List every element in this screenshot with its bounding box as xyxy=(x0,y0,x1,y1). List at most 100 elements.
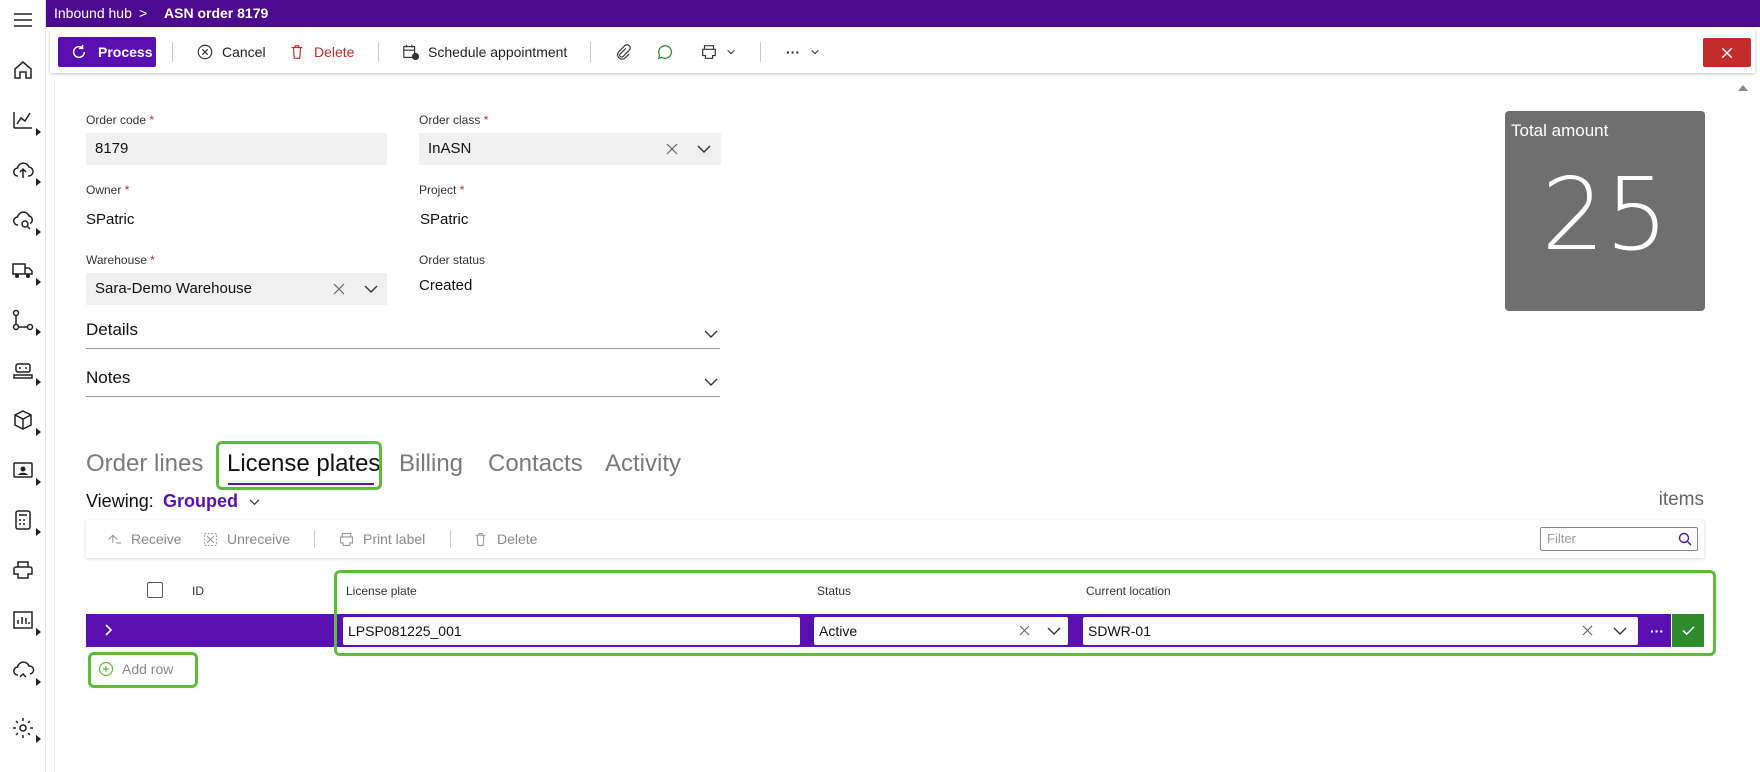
highlight-add-row xyxy=(88,652,198,688)
more-label: ··· xyxy=(786,43,800,60)
menu-icon[interactable] xyxy=(11,8,35,32)
chevron-down-icon[interactable] xyxy=(697,143,711,155)
unreceive-label: Unreceive xyxy=(227,531,291,547)
order-class-value: InASN xyxy=(428,140,472,157)
expand-arrow-icon xyxy=(36,328,41,336)
viewing-mode-dropdown[interactable]: Grouped xyxy=(163,491,260,512)
flow-icon[interactable] xyxy=(11,308,35,332)
order-class-select[interactable]: InASN xyxy=(419,133,721,165)
receive-label: Receive xyxy=(131,531,182,547)
highlight-license-plates-tab xyxy=(216,441,382,490)
breadcrumb-separator: > xyxy=(139,5,148,21)
details-section-title: Details xyxy=(86,320,138,339)
owner-value: SPatric xyxy=(86,211,135,228)
receive-button[interactable]: Receive xyxy=(106,520,182,558)
clear-icon[interactable] xyxy=(665,142,679,156)
grid-delete-label: Delete xyxy=(497,531,538,547)
chat-bubble-icon xyxy=(657,44,673,59)
tab-contacts[interactable]: Contacts xyxy=(488,450,583,478)
chevron-down-icon xyxy=(727,49,735,54)
analytics-icon[interactable] xyxy=(11,108,35,132)
expand-arrow-icon xyxy=(36,378,41,386)
clear-icon[interactable] xyxy=(332,282,346,296)
project-value: SPatric xyxy=(420,211,469,228)
schedule-label: Schedule appointment xyxy=(428,43,568,60)
more-actions-button[interactable]: ··· xyxy=(786,30,828,73)
viewing-label: Viewing: xyxy=(86,491,154,511)
expand-arrow-icon xyxy=(36,678,41,686)
toolbar-divider xyxy=(378,42,379,62)
chevron-down-icon xyxy=(811,49,819,54)
report-icon[interactable] xyxy=(11,608,35,632)
project-label: Project * xyxy=(419,183,465,197)
cloud-sync-icon[interactable] xyxy=(11,658,35,682)
expand-arrow-icon xyxy=(36,228,41,236)
notes-section-toggle[interactable]: Notes xyxy=(86,368,720,397)
close-button[interactable] xyxy=(1703,38,1751,67)
home-icon[interactable] xyxy=(11,58,35,82)
delete-button[interactable]: Delete xyxy=(288,30,354,73)
viewing-mode-value: Grouped xyxy=(163,491,238,511)
cloud-search-icon[interactable] xyxy=(11,208,35,232)
print-label-button[interactable]: Print label xyxy=(338,520,425,558)
tab-billing[interactable]: Billing xyxy=(399,450,463,478)
trash-icon xyxy=(475,532,486,546)
notes-section-title: Notes xyxy=(86,368,131,387)
column-header-id[interactable]: ID xyxy=(192,584,204,598)
left-nav-rail xyxy=(0,0,46,772)
grid-delete-button[interactable]: Delete xyxy=(472,520,537,558)
settings-icon[interactable] xyxy=(11,716,35,740)
refresh-icon xyxy=(72,44,86,59)
grid-toolbar-divider xyxy=(450,530,451,548)
total-amount-value: 25 xyxy=(1541,156,1669,273)
filter-placeholder: Filter xyxy=(1547,531,1576,546)
unreceive-button[interactable]: Unreceive xyxy=(202,520,290,558)
calculator-icon[interactable] xyxy=(11,508,35,532)
command-toolbar: Process Cancel Delete Schedule appointme… xyxy=(50,30,1755,73)
close-icon xyxy=(1721,47,1733,58)
delete-label: Delete xyxy=(314,43,355,60)
expand-arrow-icon xyxy=(36,128,41,136)
expand-arrow-icon xyxy=(36,278,41,286)
expand-arrow-icon xyxy=(36,735,41,743)
calendar-clock-icon xyxy=(403,44,420,60)
print-label-label: Print label xyxy=(363,531,426,547)
printer-icon[interactable] xyxy=(11,558,35,582)
chevron-right-icon[interactable] xyxy=(100,621,116,639)
cancel-label: Cancel xyxy=(222,43,266,60)
chevron-down-icon xyxy=(704,330,718,338)
attach-button[interactable] xyxy=(614,30,640,73)
expand-arrow-icon xyxy=(36,628,41,636)
filter-input[interactable]: Filter xyxy=(1540,527,1698,551)
breadcrumb-bar: Inbound hub > ASN order 8179 xyxy=(46,0,1760,27)
box-icon[interactable] xyxy=(11,408,35,432)
truck-icon[interactable] xyxy=(11,258,35,282)
tab-activity[interactable]: Activity xyxy=(605,450,681,478)
warehouse-select[interactable]: Sara-Demo Warehouse xyxy=(86,273,387,305)
chevron-down-icon[interactable] xyxy=(364,283,378,295)
trash-icon xyxy=(291,44,303,59)
breadcrumb-parent[interactable]: Inbound hub xyxy=(54,5,132,21)
print-menu-button[interactable] xyxy=(700,30,744,73)
process-button[interactable]: Process xyxy=(58,37,156,67)
robot-icon[interactable] xyxy=(11,358,35,382)
expand-arrow-icon xyxy=(36,178,41,186)
search-icon[interactable] xyxy=(1678,532,1692,546)
details-section-toggle[interactable]: Details xyxy=(86,320,720,349)
cancel-button[interactable]: Cancel xyxy=(196,30,266,73)
owner-label: Owner * xyxy=(86,183,130,197)
order-status-value: Created xyxy=(419,277,473,294)
tab-order-lines[interactable]: Order lines xyxy=(86,450,203,478)
schedule-appointment-button[interactable]: Schedule appointment xyxy=(402,30,567,73)
expand-arrow-icon xyxy=(36,528,41,536)
receive-icon xyxy=(108,533,122,543)
cloud-upload-icon[interactable] xyxy=(11,158,35,182)
highlight-row-fields xyxy=(334,570,1716,656)
scroll-up-arrow-icon[interactable] xyxy=(1738,85,1748,91)
contact-icon[interactable] xyxy=(11,458,35,482)
select-all-checkbox[interactable] xyxy=(147,582,163,598)
process-label: Process xyxy=(98,44,153,60)
comment-button[interactable] xyxy=(656,30,682,73)
order-code-field[interactable]: 8179 xyxy=(86,133,387,165)
warehouse-value: Sara-Demo Warehouse xyxy=(95,280,253,297)
